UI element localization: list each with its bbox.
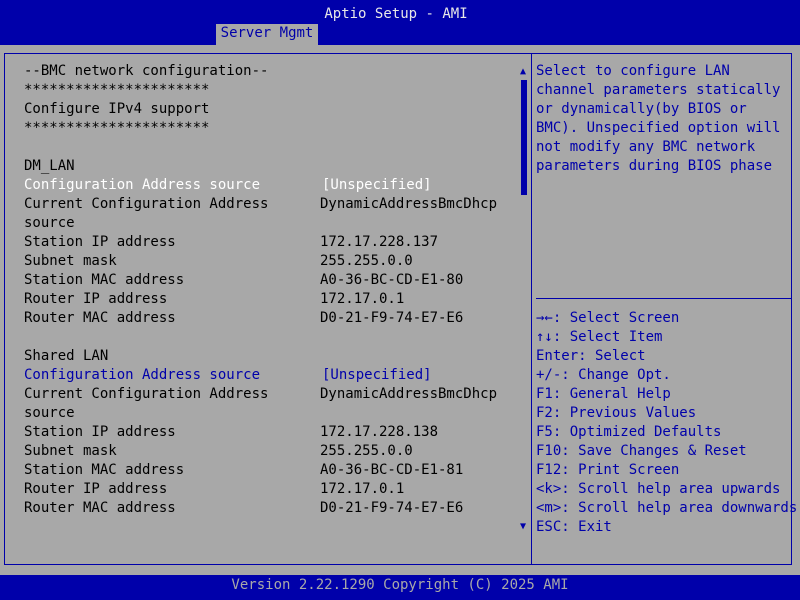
shared-lan-router-mac: Router MAC address D0-21-F9-74-E7-E6 xyxy=(24,500,464,516)
shared-lan-subnet-mask: Subnet mask 255.255.0.0 xyxy=(24,443,413,459)
shared-lan-station-mac: Station MAC address A0-36-BC-CD-E1-81 xyxy=(24,462,464,478)
shared-lan-current-config: Current Configuration Address DynamicAddr… xyxy=(24,386,498,402)
shared-lan-config-address-source[interactable]: Configuration Address source [Unspecifie… xyxy=(24,366,432,385)
scroll-up-arrow-icon[interactable]: ▲ xyxy=(518,66,528,78)
setting-value[interactable]: [Unspecified] xyxy=(322,366,432,385)
key-scroll-up: <k>: Scroll help area upwards xyxy=(536,481,781,497)
dm-lan-station-mac: Station MAC address A0-36-BC-CD-E1-80 xyxy=(24,272,464,288)
help-line: Select to configure LAN xyxy=(536,63,730,79)
help-line: channel parameters statically xyxy=(536,82,781,98)
setting-label: Configuration Address source xyxy=(24,177,261,193)
dm-lan-config-address-source[interactable]: Configuration Address source [Unspecifie… xyxy=(24,176,432,195)
title-bar: Aptio Setup - AMI Server Mgmt xyxy=(0,0,800,45)
key-select-screen: →←: Select Screen xyxy=(536,310,680,326)
key-f1: F1: General Help xyxy=(536,386,671,402)
main-frame: --BMC network configuration-- **********… xyxy=(0,45,800,575)
scroll-down-arrow-icon[interactable]: ▼ xyxy=(518,521,528,533)
dm-lan-router-ip: Router IP address 172.17.0.1 xyxy=(24,291,405,307)
shared-lan-router-ip: Router IP address 172.17.0.1 xyxy=(24,481,405,497)
help-line: or dynamically(by BIOS or xyxy=(536,101,747,117)
shared-lan-station-ip: Station IP address 172.17.228.138 xyxy=(24,424,439,440)
scrollbar-thumb[interactable] xyxy=(521,80,527,195)
key-scroll-down: <m>: Scroll help area downwards xyxy=(536,500,798,516)
dm-lan-subnet-mask: Subnet mask 255.255.0.0 xyxy=(24,253,413,269)
tab-server-mgmt[interactable]: Server Mgmt xyxy=(216,24,318,45)
key-f2: F2: Previous Values xyxy=(536,405,697,421)
key-change-opt: +/-: Change Opt. xyxy=(536,367,671,383)
dm-lan-current-config: Current Configuration Address DynamicAdd… xyxy=(24,196,498,212)
footer-version: Version 2.22.1290 Copyright (C) 2025 AMI xyxy=(0,575,800,600)
setting-value[interactable]: [Unspecified] xyxy=(322,176,432,195)
key-esc: ESC: Exit xyxy=(536,519,612,535)
key-enter: Enter: Select xyxy=(536,348,646,364)
panel-divider xyxy=(531,53,532,565)
help-line: not modify any BMC network xyxy=(536,139,756,155)
help-divider xyxy=(536,298,791,299)
key-f5: F5: Optimized Defaults xyxy=(536,424,722,440)
app-title: Aptio Setup - AMI xyxy=(324,6,468,22)
dm-lan-station-ip: Station IP address 172.17.228.137 xyxy=(24,234,439,250)
key-f10: F10: Save Changes & Reset xyxy=(536,443,747,459)
key-select-item: ↑↓: Select Item xyxy=(536,329,663,345)
key-f12: F12: Print Screen xyxy=(536,462,680,478)
dm-lan-router-mac: Router MAC address D0-21-F9-74-E7-E6 xyxy=(24,310,464,326)
help-line: parameters during BIOS phase xyxy=(536,158,773,174)
help-line: BMC). Unspecified option will xyxy=(536,120,781,136)
setting-label: Configuration Address source xyxy=(24,367,261,383)
